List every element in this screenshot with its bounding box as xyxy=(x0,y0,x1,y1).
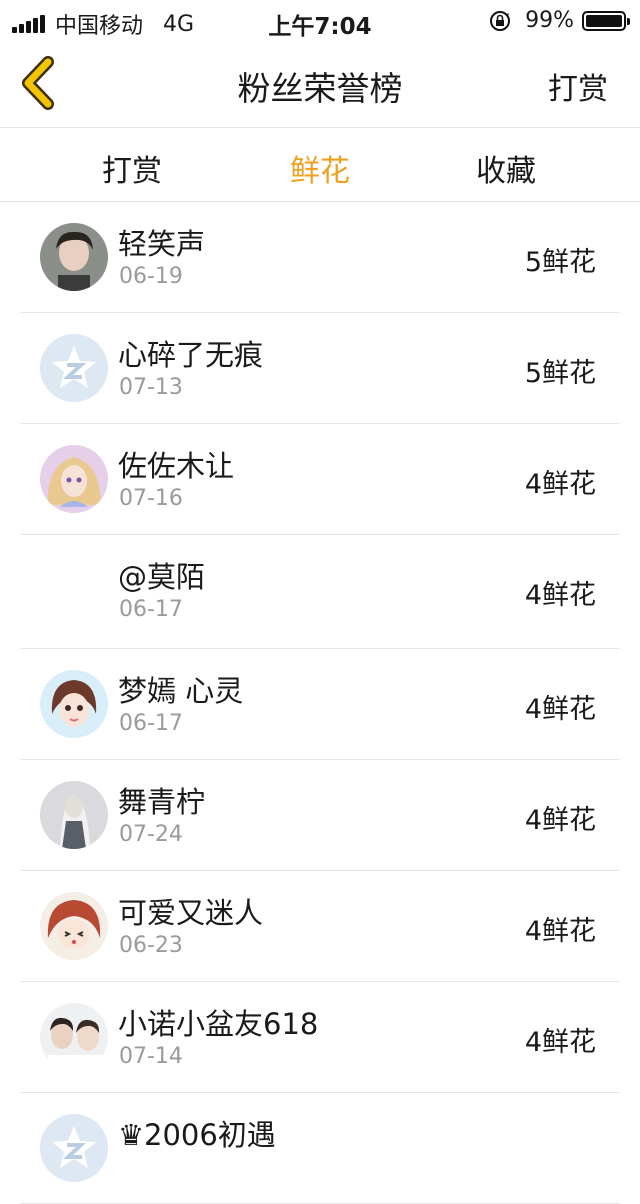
battery-percent: 99% xyxy=(525,8,574,33)
avatar[interactable] xyxy=(40,445,108,513)
fan-row[interactable]: 佐佐木让 07-16 4鲜花 xyxy=(20,424,620,535)
fan-name: 可爱又迷人 xyxy=(118,896,264,930)
flower-count: 4鲜花 xyxy=(524,1027,596,1058)
flower-count: 4鲜花 xyxy=(524,805,596,836)
flower-count: 4鲜花 xyxy=(524,916,596,947)
fan-date: 07-14 xyxy=(119,1044,183,1069)
fan-row[interactable]: 梦嫣 心灵 06-17 4鲜花 xyxy=(20,649,620,760)
fan-row[interactable]: ♛2006初遇 xyxy=(20,1093,620,1204)
fan-date: 07-24 xyxy=(119,822,183,847)
nav-bar: 粉丝荣誉榜 打赏 xyxy=(0,40,640,128)
battery-icon xyxy=(582,10,630,31)
avatar[interactable] xyxy=(40,223,108,291)
fan-name: 佐佐木让 xyxy=(118,449,235,483)
tab-favorites[interactable]: 收藏 xyxy=(436,146,576,190)
fan-name: 舞青柠 xyxy=(118,785,206,819)
fan-name: 梦嫣 心灵 xyxy=(118,674,244,708)
fan-row[interactable]: 小诺小盆友618 07-14 4鲜花 xyxy=(20,982,620,1093)
fan-row[interactable]: @莫陌 06-17 4鲜花 xyxy=(20,535,620,649)
tab-flowers[interactable]: 鲜花 xyxy=(250,146,390,190)
fan-name: 小诺小盆友618 xyxy=(118,1007,319,1041)
fan-row[interactable]: 轻笑声 06-19 5鲜花 xyxy=(20,202,620,313)
fan-row[interactable]: 舞青柠 07-24 4鲜花 xyxy=(20,760,620,871)
fan-name: ♛2006初遇 xyxy=(118,1118,276,1152)
fan-list: 轻笑声 06-19 5鲜花 心碎了无痕 07-13 5鲜花 佐佐木让 07-16 4鲜花 @莫陌 0… xyxy=(0,202,640,1204)
fan-date: 06-17 xyxy=(119,597,183,622)
reward-button[interactable]: 打赏 xyxy=(548,64,608,108)
flower-count: 4鲜花 xyxy=(524,580,596,611)
flower-count: 4鲜花 xyxy=(524,469,596,500)
fan-date: 06-23 xyxy=(119,933,183,958)
avatar[interactable] xyxy=(40,781,108,849)
fan-row[interactable]: 心碎了无痕 07-13 5鲜花 xyxy=(20,313,620,424)
battery-fill xyxy=(586,14,622,27)
status-bar: 中国移动 4G 上午7:04 99% xyxy=(0,0,640,40)
fan-row[interactable]: 可爱又迷人 06-23 4鲜花 xyxy=(20,871,620,982)
rotation-lock-icon xyxy=(490,10,511,31)
flower-count: 5鲜花 xyxy=(524,358,596,389)
flower-count: 4鲜花 xyxy=(524,694,596,725)
avatar[interactable] xyxy=(40,892,108,960)
fan-date: 07-13 xyxy=(119,375,183,400)
tab-reward[interactable]: 打赏 xyxy=(62,146,202,190)
tab-bar: 打赏 鲜花 收藏 xyxy=(0,128,640,202)
fan-date: 06-17 xyxy=(119,711,183,736)
avatar[interactable] xyxy=(40,1003,108,1071)
avatar[interactable] xyxy=(40,670,108,738)
page-title: 粉丝荣誉榜 xyxy=(237,69,403,108)
fan-date: 06-19 xyxy=(119,264,183,289)
avatar[interactable] xyxy=(40,1114,108,1182)
avatar[interactable] xyxy=(40,556,108,624)
fan-name: 心碎了无痕 xyxy=(118,338,264,372)
fan-name: @莫陌 xyxy=(118,560,206,594)
fan-date: 07-16 xyxy=(119,486,183,511)
status-right: 99% xyxy=(489,8,630,33)
flower-count: 5鲜花 xyxy=(524,247,596,278)
fan-name: 轻笑声 xyxy=(118,227,206,261)
avatar[interactable] xyxy=(40,334,108,402)
